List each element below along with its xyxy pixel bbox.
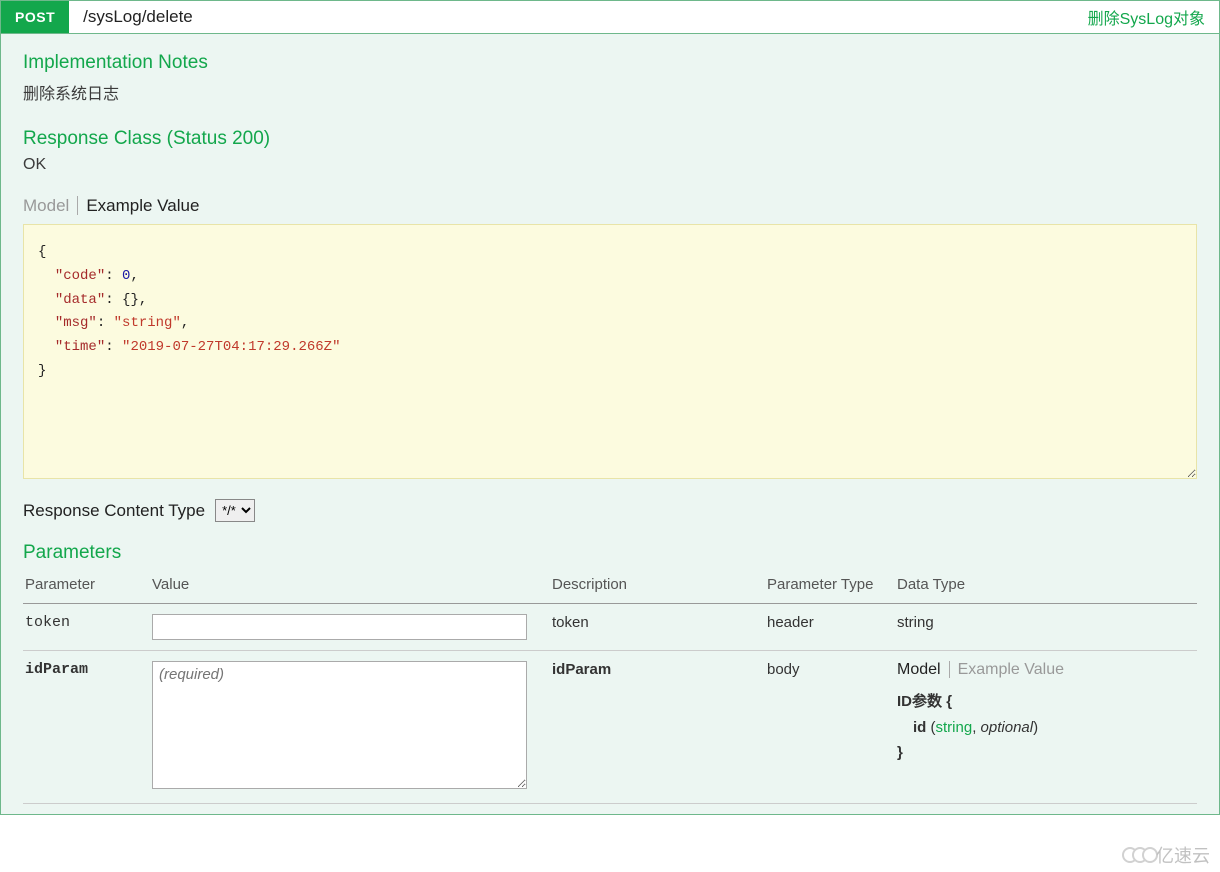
param-row-idparam: idParam idParam body ModelExample Value …: [23, 651, 1197, 804]
model-schema: ID参数 { id (string, optional) }: [897, 689, 1191, 766]
idparam-param-type: body: [765, 651, 895, 804]
response-status-text: OK: [23, 156, 1197, 174]
response-content-type-row: Response Content Type */*: [23, 499, 1197, 522]
tab-model[interactable]: Model: [23, 196, 78, 215]
impl-notes-text: 删除系统日志: [23, 80, 1197, 104]
watermark-text: 亿速云: [1156, 842, 1210, 868]
response-tabs: ModelExample Value: [23, 196, 1197, 216]
token-description: token: [550, 604, 765, 651]
watermark-logo-icon: [1122, 847, 1152, 863]
token-input[interactable]: [152, 614, 527, 640]
endpoint-path: /sysLog/delete: [69, 7, 193, 27]
parameters-title: Parameters: [23, 542, 1197, 564]
col-param-type: Parameter Type: [765, 570, 895, 604]
parameters-table: Parameter Value Description Parameter Ty…: [23, 570, 1197, 804]
col-data-type: Data Type: [895, 570, 1197, 604]
token-param-type: header: [765, 604, 895, 651]
endpoint-header[interactable]: POST /sysLog/delete 删除SysLog对象: [1, 1, 1219, 34]
param-name-token: token: [23, 604, 150, 651]
col-parameter: Parameter: [23, 570, 150, 604]
watermark: 亿速云: [1122, 842, 1210, 868]
content-type-select[interactable]: */*: [215, 499, 255, 522]
dt-tab-model[interactable]: Model: [897, 661, 950, 678]
token-data-type: string: [895, 604, 1197, 651]
idparam-description: idParam: [550, 651, 765, 804]
param-row-token: token token header string: [23, 604, 1197, 651]
col-value: Value: [150, 570, 550, 604]
col-description: Description: [550, 570, 765, 604]
impl-notes-title: Implementation Notes: [23, 52, 1197, 74]
http-method-badge: POST: [1, 1, 69, 33]
param-name-idparam: idParam: [23, 651, 150, 804]
dt-tab-example[interactable]: Example Value: [950, 661, 1064, 678]
response-class-title: Response Class (Status 200): [23, 128, 1197, 150]
response-content-type-label: Response Content Type: [23, 501, 205, 521]
params-header-row: Parameter Value Description Parameter Ty…: [23, 570, 1197, 604]
api-endpoint-panel: POST /sysLog/delete 删除SysLog对象 Implement…: [0, 0, 1220, 815]
example-value-box[interactable]: { "code": 0, "data": {}, "msg": "string"…: [23, 224, 1197, 479]
endpoint-body: Implementation Notes 删除系统日志 Response Cla…: [1, 34, 1219, 814]
endpoint-summary: 删除SysLog对象: [1088, 5, 1205, 29]
idparam-textarea[interactable]: [152, 661, 527, 789]
tab-example-value[interactable]: Example Value: [78, 196, 199, 215]
idparam-data-type-cell: ModelExample Value ID参数 { id (string, op…: [895, 651, 1197, 804]
